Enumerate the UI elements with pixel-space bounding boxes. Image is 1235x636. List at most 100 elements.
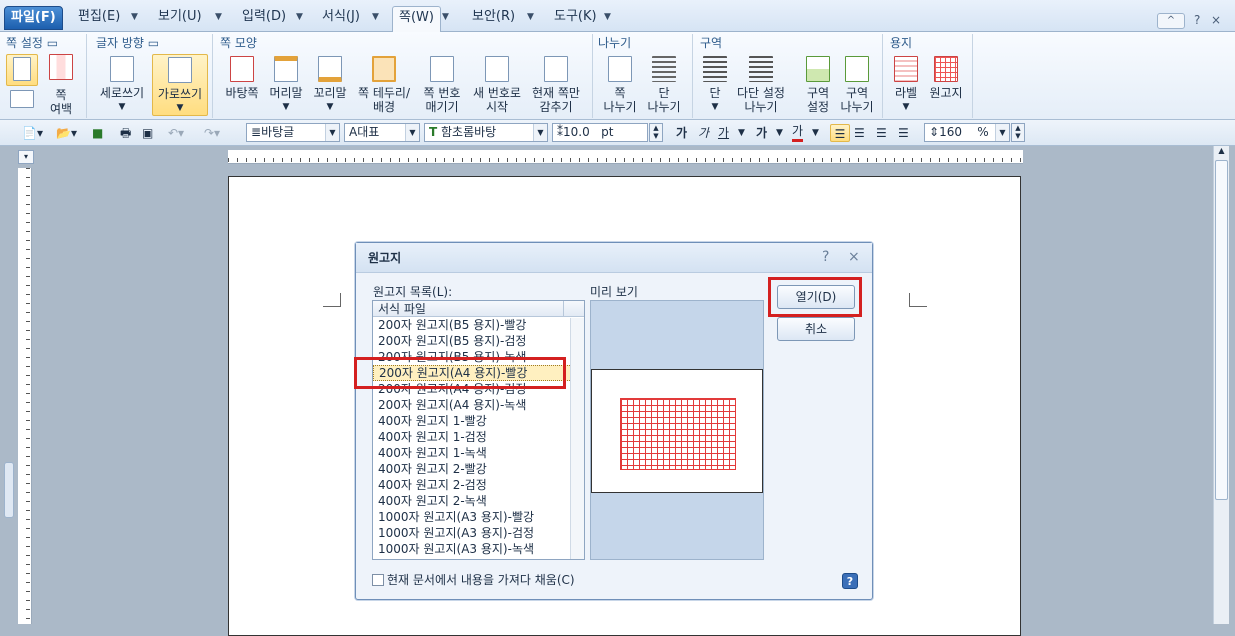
horizontal-writing-button[interactable]: 가로쓰기 ▼ bbox=[152, 54, 208, 116]
multi-column-button[interactable]: 다단 설정 나누기 bbox=[734, 56, 788, 114]
page-portrait-icon bbox=[13, 57, 31, 81]
vertical-ruler[interactable] bbox=[18, 168, 32, 624]
checkbox[interactable] bbox=[372, 574, 384, 586]
strikethrough-dropdown-icon[interactable]: ▼ bbox=[776, 124, 783, 142]
wongoji-button[interactable]: 원고지 bbox=[926, 56, 966, 100]
vertical-scrollbar[interactable]: ▲ bbox=[1213, 146, 1229, 624]
open-button[interactable]: 열기(D) bbox=[777, 285, 855, 309]
list-item[interactable]: 400자 원고지 2-검정 bbox=[373, 477, 584, 493]
font-color-button[interactable]: 가 bbox=[792, 124, 804, 142]
menu-file[interactable]: 파일(F) bbox=[4, 6, 63, 30]
undo-icon[interactable]: ↶▾ bbox=[168, 124, 184, 142]
font-size-input[interactable]: ⁑10.0 pt bbox=[552, 123, 648, 142]
menu-format-dropdown-icon[interactable]: ▼ bbox=[372, 12, 379, 22]
print-preview-icon[interactable]: ▣ bbox=[142, 124, 153, 142]
hide-current-page-button[interactable]: 현재 쪽만 감추기 bbox=[528, 56, 584, 114]
list-item[interactable]: 400자 원고지 2-녹색 bbox=[373, 493, 584, 509]
menu-insert[interactable]: 입력(D) bbox=[236, 6, 292, 30]
menu-edit[interactable]: 편집(E) bbox=[72, 6, 126, 30]
help-icon[interactable]: ? bbox=[1194, 13, 1200, 27]
section-setting-button[interactable]: 구역 설정 bbox=[800, 56, 836, 114]
scroll-up-icon[interactable]: ▲ bbox=[1214, 146, 1229, 158]
italic-button[interactable]: 가 bbox=[698, 124, 709, 142]
list-item[interactable]: 1000자 원고지(A3 용지)-검정 bbox=[373, 525, 584, 541]
underline-dropdown-icon[interactable]: ▼ bbox=[738, 124, 745, 142]
background-page-button[interactable]: 바탕쪽 bbox=[222, 56, 262, 100]
list-item[interactable]: 1000자 원고지(A3 용지)-녹색 bbox=[373, 541, 584, 557]
page-margin-button[interactable]: 쪽 여백 bbox=[44, 54, 78, 116]
font-select[interactable]: T 함초롬바탕 ▼ bbox=[424, 123, 548, 142]
line-spacing-input[interactable]: ⇕160 % ▼ bbox=[924, 123, 1010, 142]
list-scrollbar[interactable] bbox=[570, 318, 584, 559]
menu-insert-dropdown-icon[interactable]: ▼ bbox=[296, 12, 303, 22]
font-color-dropdown-icon[interactable]: ▼ bbox=[812, 124, 819, 142]
align-left-icon[interactable]: ☰ bbox=[854, 124, 865, 142]
strikethrough-button[interactable]: 가 bbox=[756, 124, 767, 142]
multi-column-icon bbox=[749, 56, 773, 82]
menu-page-dropdown-icon[interactable]: ▼ bbox=[442, 12, 449, 22]
page-border-button[interactable]: 쪽 테두리/ 배경 bbox=[352, 56, 416, 114]
menu-tools[interactable]: 도구(K) bbox=[548, 6, 603, 30]
close-icon[interactable]: × bbox=[1211, 13, 1221, 27]
column-icon bbox=[703, 56, 727, 82]
align-center-icon[interactable]: ☰ bbox=[876, 124, 887, 142]
list-item[interactable]: 400자 원고지 1-녹색 bbox=[373, 445, 584, 461]
menu-page[interactable]: 쪽(W) bbox=[392, 6, 441, 33]
side-panel-toggle[interactable] bbox=[4, 462, 14, 518]
list-item[interactable]: 1000자 원고지(A3 용지)-빨강 bbox=[373, 509, 584, 525]
menu-tools-dropdown-icon[interactable]: ▼ bbox=[604, 12, 611, 22]
menu-edit-dropdown-icon[interactable]: ▼ bbox=[131, 12, 138, 22]
page-break-button[interactable]: 쪽 나누기 bbox=[600, 56, 640, 114]
page-portrait-button[interactable] bbox=[6, 54, 38, 86]
list-item[interactable]: 400자 원고지 1-검정 bbox=[373, 429, 584, 445]
save-icon[interactable]: ■ bbox=[92, 124, 103, 142]
ruler-toggle-button[interactable]: ▾ bbox=[18, 150, 34, 164]
print-icon[interactable]: 🖶 bbox=[120, 124, 131, 142]
redo-icon[interactable]: ↷▾ bbox=[204, 124, 220, 142]
column-button[interactable]: 단 ▼ bbox=[700, 56, 730, 114]
align-right-icon[interactable]: ☰ bbox=[898, 124, 909, 142]
ribbon-collapse-button[interactable]: ^ bbox=[1157, 13, 1185, 29]
help-icon[interactable]: ? bbox=[842, 573, 858, 589]
list-item[interactable]: 400자 원고지 1-빨강 bbox=[373, 413, 584, 429]
wongoji-list[interactable]: 서식 파일 200자 원고지(B5 용지)-빨강 200자 원고지(B5 용지)-… bbox=[372, 300, 585, 560]
dialog-close-icon[interactable]: × bbox=[848, 249, 860, 265]
underline-button[interactable]: 가 bbox=[718, 124, 729, 142]
list-item[interactable]: 200자 원고지(B5 용지)-빨강 bbox=[373, 317, 584, 333]
list-item[interactable]: 200자 원고지(B5 용지)-녹색 bbox=[373, 349, 584, 365]
menu-view-dropdown-icon[interactable]: ▼ bbox=[215, 12, 222, 22]
bold-button[interactable]: 가 bbox=[676, 124, 687, 142]
new-number-button[interactable]: 새 번호로 시작 bbox=[468, 56, 526, 114]
list-item[interactable]: 200자 원고지(A4 용지)-검정 bbox=[373, 381, 584, 397]
font-size-stepper[interactable]: ▲ ▼ bbox=[649, 123, 663, 142]
dialog-help-icon[interactable]: ? bbox=[822, 249, 829, 265]
open-folder-icon[interactable]: 📂▾ bbox=[56, 124, 77, 142]
footer-button[interactable]: 꼬리말 ▼ bbox=[310, 56, 350, 114]
list-item[interactable]: 200자 원고지(A4 용지)-빨강 bbox=[373, 365, 584, 381]
menu-format[interactable]: 서식(J) bbox=[316, 6, 366, 30]
menu-security[interactable]: 보안(R) bbox=[466, 6, 521, 30]
group-title-page-shape: 쪽 모양 bbox=[220, 36, 257, 50]
cancel-button[interactable]: 취소 bbox=[777, 317, 855, 341]
vertical-writing-button[interactable]: 세로쓰기 ▼ bbox=[96, 56, 148, 114]
new-document-icon[interactable]: 📄▾ bbox=[22, 124, 43, 142]
page-number-button[interactable]: 쪽 번호 매기기 bbox=[418, 56, 466, 114]
menu-security-dropdown-icon[interactable]: ▼ bbox=[527, 12, 534, 22]
section-break-button[interactable]: 구역 나누기 bbox=[838, 56, 876, 114]
scroll-thumb[interactable] bbox=[1215, 160, 1228, 500]
align-justify-icon[interactable]: ☰ bbox=[830, 124, 850, 142]
fill-content-checkbox[interactable]: 현재 문서에서 내용을 가져다 채움(C) bbox=[372, 571, 575, 588]
header-button[interactable]: 머리말 ▼ bbox=[266, 56, 306, 114]
style-select[interactable]: ≣바탕글 ▼ bbox=[246, 123, 340, 142]
menu-view[interactable]: 보기(U) bbox=[152, 6, 208, 30]
list-item[interactable]: 200자 원고지(B5 용지)-검정 bbox=[373, 333, 584, 349]
list-item[interactable]: 200자 원고지(A4 용지)-녹색 bbox=[373, 397, 584, 413]
horizontal-ruler[interactable] bbox=[228, 150, 1023, 164]
label-button[interactable]: 라벨 ▼ bbox=[890, 56, 922, 114]
line-spacing-stepper[interactable]: ▲ ▼ bbox=[1011, 123, 1025, 142]
language-icon: A bbox=[349, 125, 358, 139]
column-break-button[interactable]: 단 나누기 bbox=[644, 56, 684, 114]
list-item[interactable]: 400자 원고지 2-빨강 bbox=[373, 461, 584, 477]
page-landscape-button[interactable] bbox=[8, 90, 36, 112]
language-select[interactable]: A대표 ▼ bbox=[344, 123, 420, 142]
